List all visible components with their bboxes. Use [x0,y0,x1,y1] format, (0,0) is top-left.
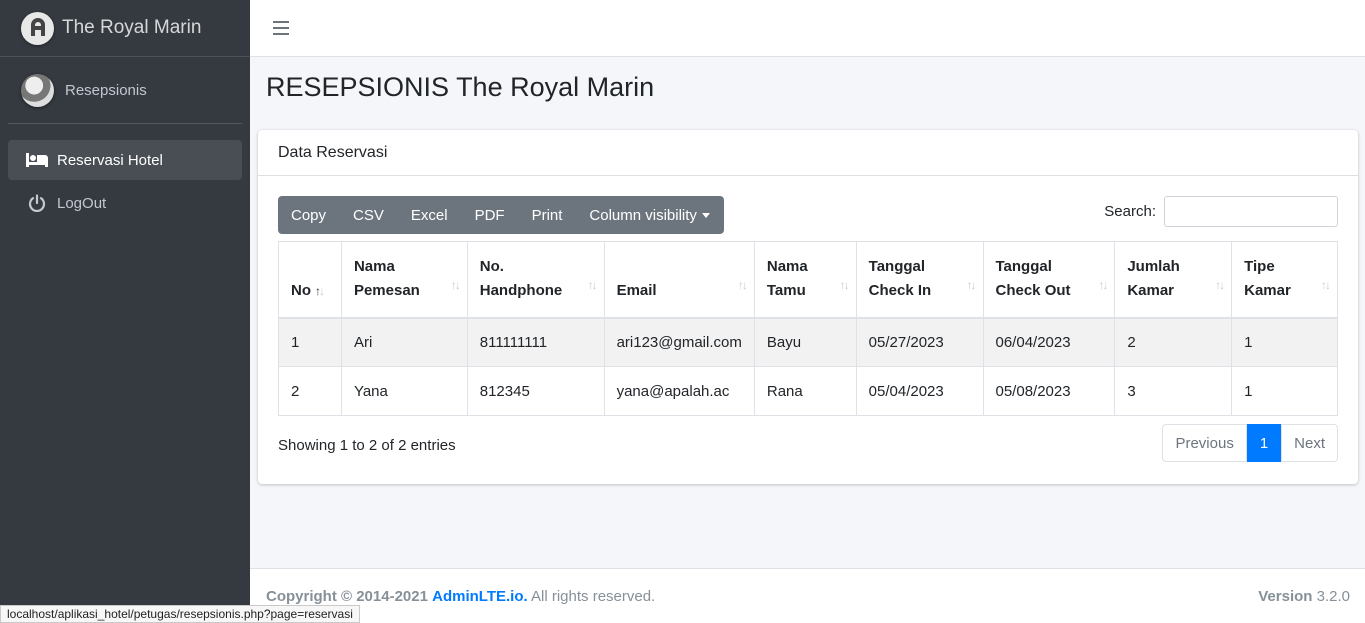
column-header-jumlah-kamar[interactable]: Jumlah Kamar ↑↓ [1114,241,1233,319]
column-header-check-out[interactable]: Tanggal Check Out ↑↓ [982,241,1116,319]
search-label: Search: [1104,203,1156,220]
avatar [21,73,54,107]
sort-icon: ↑↓ [450,277,461,292]
sort-icon: ↑↓ [1321,277,1331,292]
sidebar-item-logout[interactable]: LogOut [8,183,242,223]
cell-nama-pemesan: Yana [340,366,468,416]
print-button[interactable]: Print [519,196,577,234]
reservation-card: Data Reservasi Copy CSV Excel PDF Print … [258,130,1358,484]
cell-jumlah-kamar: 2 [1114,317,1233,367]
column-header-handphone[interactable]: No. Handphone ↑↓ [466,241,605,319]
table-header-row: No ↑↓ Nama Pemesan ↑↓ No. Handphone ↑↓ Email ↑… [278,241,1338,319]
card-title: Data Reservasi [258,130,1358,176]
cell-email: yana@apalah.ac [603,366,755,416]
sidebar-item-reservasi-hotel[interactable]: Reservasi Hotel [8,140,242,180]
cell-handphone: 812345 [466,366,605,416]
search-wrap: Search: [1104,196,1338,227]
brand-name: The Royal Marin [62,17,202,38]
column-header-nama-tamu[interactable]: Nama Tamu ↑↓ [753,241,857,319]
brand-logo-icon [21,11,54,45]
cell-no: 1 [278,317,342,367]
cell-email: ari123@gmail.com [603,317,755,367]
column-visibility-label: Column visibility [589,206,697,224]
user-panel: Resepsionis [8,57,242,124]
page-1-button[interactable]: 1 [1246,424,1282,462]
column-header-check-in[interactable]: Tanggal Check In ↑↓ [855,241,984,319]
page-title: RESEPSIONIS The Royal Marin [266,72,655,102]
adminlte-link[interactable]: AdminLTE.io. [432,588,528,605]
excel-button[interactable]: Excel [398,196,462,234]
sort-icon: ↑↓ [1215,277,1225,292]
previous-page-button[interactable]: Previous [1162,424,1247,462]
pdf-button[interactable]: PDF [462,196,519,234]
export-button-group: Copy CSV Excel PDF Print Column visibili… [278,196,724,234]
bed-icon [25,152,49,168]
power-icon [25,194,49,212]
cell-jumlah-kamar: 3 [1114,366,1233,416]
cell-no: 2 [278,366,342,416]
column-visibility-button[interactable]: Column visibility [576,196,724,234]
copy-button[interactable]: Copy [278,196,340,234]
search-input[interactable] [1164,196,1338,227]
version-label: Version [1258,587,1313,605]
cell-nama-tamu: Bayu [753,317,857,367]
cell-tipe-kamar: 1 [1231,366,1338,416]
top-navbar [250,0,1365,57]
csv-button[interactable]: CSV [340,196,398,234]
cell-check-in: 05/04/2023 [855,366,984,416]
cell-nama-tamu: Rana [753,366,857,416]
sort-icon: ↑↓ [966,277,977,292]
next-page-button[interactable]: Next [1281,424,1338,462]
sort-icon: ↑↓ [587,277,598,292]
column-header-email[interactable]: Email ↑↓ [603,241,755,319]
cell-check-out: 05/08/2023 [982,366,1116,416]
footer-version: Version 3.2.0 [1258,588,1350,605]
caret-down-icon [701,212,710,218]
sort-asc-icon: ↑↓ [315,283,325,298]
sort-icon: ↑↓ [839,277,850,292]
column-header-tipe-kamar[interactable]: Tipe Kamar ↑↓ [1231,241,1338,319]
rights-text: All rights reserved. [531,587,656,605]
pagination: Previous 1 Next [1162,424,1338,462]
cell-nama-pemesan: Ari [340,317,468,367]
sidebar-item-label: LogOut [57,194,107,212]
user-name[interactable]: Resepsionis [65,82,147,99]
sidebar-item-label: Reservasi Hotel [57,151,163,169]
column-header-nama-pemesan[interactable]: Nama Pemesan ↑↓ [340,241,468,319]
cell-handphone: 811111111 [466,317,605,367]
sidebar-nav: Reservasi Hotel LogOut [0,140,250,223]
cell-check-out: 06/04/2023 [982,317,1116,367]
cell-check-in: 05/27/2023 [855,317,984,367]
menu-toggle-icon[interactable] [273,21,289,35]
footer: Copyright © 2014-2021 AdminLTE.io. All r… [250,568,1365,623]
version-number: 3.2.0 [1316,587,1350,605]
column-header-no[interactable]: No ↑↓ [278,241,342,319]
cell-tipe-kamar: 1 [1231,317,1338,367]
table-info: Showing 1 to 2 of 2 entries [278,437,456,454]
table-row: 1 Ari 811111111 ari123@gmail.com Bayu 05… [278,317,1338,367]
status-bar-url: localhost/aplikasi_hotel/petugas/resepsi… [0,605,360,623]
reservation-table: No ↑↓ Nama Pemesan ↑↓ No. Handphone ↑↓ Email ↑… [278,241,1338,416]
copyright-text: Copyright © 2014-2021 [266,587,428,605]
footer-copyright: Copyright © 2014-2021 AdminLTE.io. All r… [266,588,655,605]
table-row: 2 Yana 812345 yana@apalah.ac Rana 05/04/… [278,366,1338,416]
sort-icon: ↑↓ [1098,277,1108,292]
brand-link[interactable]: The Royal Marin [0,0,250,57]
sort-icon: ↑↓ [737,277,748,292]
main-sidebar: The Royal Marin Resepsionis Reservasi Ho… [0,0,250,623]
